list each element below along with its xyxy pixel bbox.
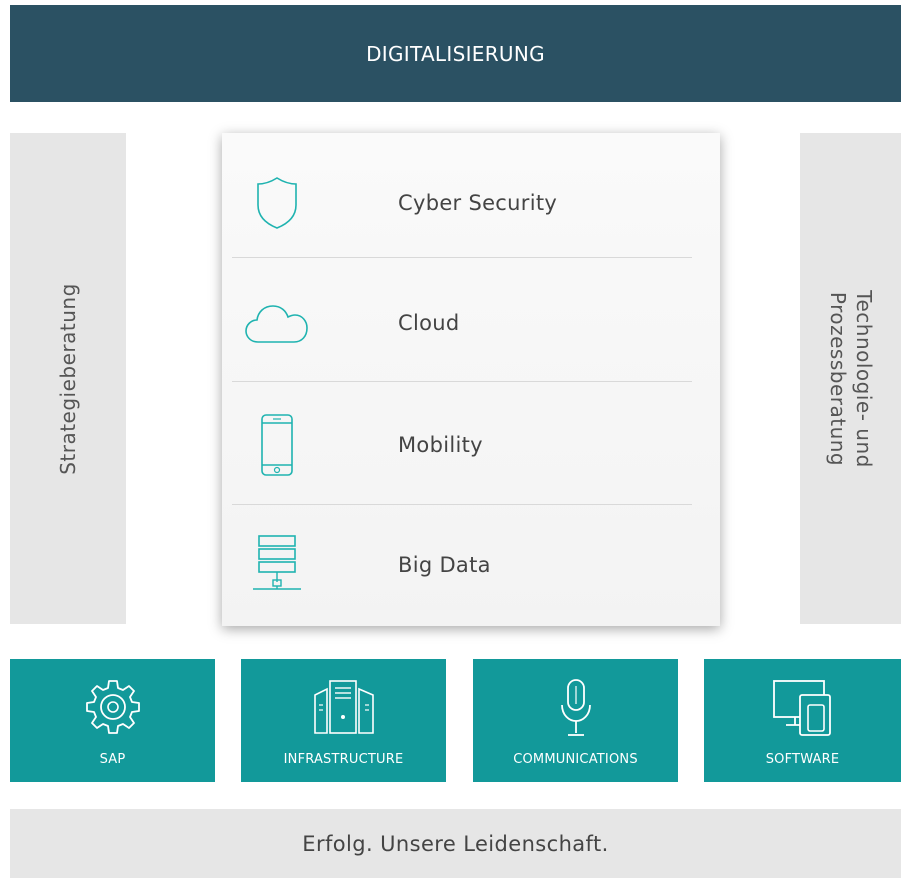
header-title: DIGITALISIERUNG [366, 41, 545, 66]
tile-label: INFRASTRUCTURE [283, 752, 404, 767]
cloud-icon [232, 300, 322, 346]
devices-icon [704, 677, 901, 739]
server-stack-icon [232, 534, 322, 596]
tile-infrastructure: INFRASTRUCTURE [241, 659, 446, 782]
divider [232, 381, 692, 382]
tile-label: SOFTWARE [765, 752, 840, 767]
header-banner: DIGITALISIERUNG [10, 5, 901, 102]
center-card: Cyber Security Cloud Mobility Big Data [222, 133, 720, 626]
center-item-label: Mobility [398, 433, 483, 457]
tile-label: COMMUNICATIONS [513, 752, 638, 767]
tile-software: SOFTWARE [704, 659, 901, 782]
center-item-cyber-security: Cyber Security [232, 163, 692, 243]
center-item-mobility: Mobility [232, 405, 692, 485]
shield-icon [232, 175, 322, 231]
tile-label: SAP [99, 752, 126, 767]
footer-tagline: Erfolg. Unsere Leidenschaft. [302, 831, 609, 856]
left-pillar: Strategieberatung [10, 133, 126, 624]
microphone-icon [473, 677, 678, 741]
right-pillar: Technologie- und Prozessberatung [800, 133, 901, 624]
left-pillar-label: Strategieberatung [56, 282, 80, 475]
center-item-big-data: Big Data [232, 525, 692, 605]
center-item-cloud: Cloud [232, 283, 692, 363]
smartphone-icon [232, 413, 322, 477]
tile-sap: SAP [10, 659, 215, 782]
footer-banner: Erfolg. Unsere Leidenschaft. [10, 809, 901, 878]
center-item-label: Cloud [398, 311, 460, 335]
divider [232, 504, 692, 505]
divider [232, 257, 692, 258]
server-towers-icon [241, 677, 446, 739]
center-item-label: Big Data [398, 553, 491, 577]
gear-icon [10, 677, 215, 737]
center-item-label: Cyber Security [398, 191, 558, 215]
tile-communications: COMMUNICATIONS [473, 659, 678, 782]
right-pillar-label: Technologie- und Prozessberatung [825, 289, 876, 468]
